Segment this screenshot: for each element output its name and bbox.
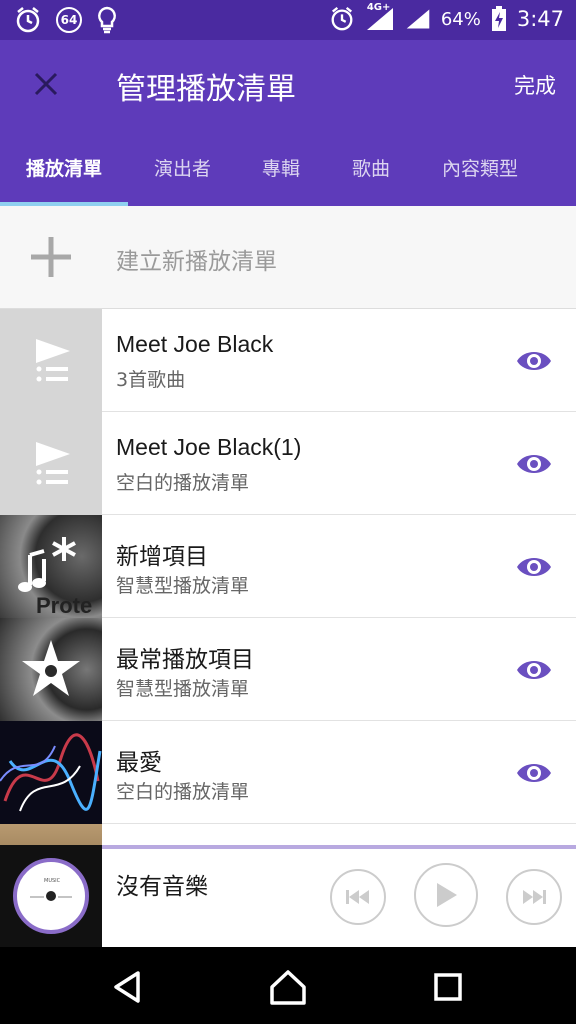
done-button[interactable]: 完成	[514, 70, 556, 100]
close-button[interactable]	[24, 62, 68, 106]
skip-next-icon	[523, 890, 546, 904]
tab-artists[interactable]: 演出者	[154, 154, 211, 181]
back-icon[interactable]	[108, 967, 148, 1007]
disc-icon	[13, 858, 89, 934]
signal-icon	[406, 9, 430, 29]
list-item[interactable]: Meet Joe Black(1) 空白的播放清單	[0, 412, 576, 515]
playlist-subtitle: 智慧型播放清單	[116, 678, 250, 700]
playlist-subtitle: 智慧型播放清單	[116, 575, 250, 597]
list-item[interactable]: Meet Joe Black 3首歌曲	[0, 309, 576, 412]
playlist-thumbnail: Prote	[0, 515, 102, 618]
play-icon	[437, 883, 457, 907]
skip-previous-icon	[346, 890, 369, 904]
playlist-subtitle: 空白的播放清單	[116, 781, 250, 803]
mini-player[interactable]: MUSIC 沒有音樂	[0, 845, 576, 947]
playlist-thumbnail	[0, 309, 102, 412]
notification-count-badge: 64	[56, 7, 82, 33]
list-item[interactable]: 最愛 空白的播放清單	[0, 721, 576, 824]
recent-apps-icon[interactable]	[428, 967, 468, 1007]
playlist-title: Meet Joe Black	[116, 331, 274, 357]
tab-content-types[interactable]: 內容類型	[442, 154, 518, 181]
playlist-subtitle: 空白的播放清單	[116, 472, 250, 494]
playlist-subtitle: 3首歌曲	[116, 369, 186, 391]
playlist-title: 最常播放項目	[116, 646, 254, 672]
visibility-eye-icon[interactable]	[516, 755, 552, 791]
light-painting-image	[0, 733, 102, 812]
close-icon	[34, 72, 58, 96]
previous-button[interactable]	[330, 869, 386, 925]
now-playing-title: 沒有音樂	[116, 874, 208, 900]
star-icon	[22, 640, 80, 696]
signal-4g-icon: 4G+	[365, 2, 395, 32]
list-item[interactable]	[0, 824, 576, 845]
plus-icon	[31, 237, 71, 277]
tab-playlists[interactable]: 播放清單	[26, 154, 102, 181]
page-title: 管理播放清單	[116, 72, 296, 107]
tab-bar: 播放清單 演出者 專輯 歌曲 內容類型	[0, 142, 576, 206]
playlist-title: Meet Joe Black(1)	[116, 434, 302, 460]
visibility-eye-icon[interactable]	[516, 446, 552, 482]
playlist-thumbnail	[0, 721, 102, 824]
list-item[interactable]: Prote 新增項目 智慧型播放清單	[0, 515, 576, 618]
playback-progress-track	[102, 845, 576, 849]
list-item[interactable]: 最常播放項目 智慧型播放清單	[0, 618, 576, 721]
visibility-eye-icon[interactable]	[516, 343, 552, 379]
playlist-thumbnail	[0, 618, 102, 721]
create-playlist-label: 建立新播放清單	[116, 249, 277, 275]
playlist-list: Meet Joe Black 3首歌曲 Meet Joe Black(1) 空白…	[0, 309, 576, 845]
playlist-icon	[36, 339, 70, 382]
next-button[interactable]	[506, 869, 562, 925]
home-icon[interactable]	[268, 967, 308, 1007]
playlist-icon	[36, 442, 70, 485]
play-button[interactable]	[414, 863, 478, 927]
app-bar: 管理播放清單 完成 播放清單 演出者 專輯 歌曲 內容類型	[0, 40, 576, 206]
playlist-thumbnail	[0, 824, 102, 845]
system-navigation-bar	[0, 947, 576, 1024]
battery-percent: 64%	[440, 8, 481, 30]
tab-albums[interactable]: 專輯	[262, 154, 300, 181]
clock: 3:47	[516, 7, 564, 31]
album-art: MUSIC	[0, 845, 102, 947]
playlist-title: 新增項目	[116, 543, 208, 569]
status-bar: 64 4G+ 64% 3:47	[0, 0, 576, 40]
battery-charging-icon	[491, 6, 506, 31]
create-playlist-row[interactable]: 建立新播放清單	[0, 206, 576, 309]
record-label-text: Prote	[36, 593, 93, 618]
playlist-thumbnail	[0, 412, 102, 515]
alarm-icon	[16, 7, 40, 33]
alarm-icon	[331, 6, 353, 31]
lightbulb-icon	[98, 6, 116, 34]
playlist-title: 最愛	[116, 749, 162, 775]
tab-songs[interactable]: 歌曲	[352, 154, 390, 181]
visibility-eye-icon[interactable]	[516, 652, 552, 688]
disc-label: MUSIC	[44, 878, 61, 884]
visibility-eye-icon[interactable]	[516, 549, 552, 585]
